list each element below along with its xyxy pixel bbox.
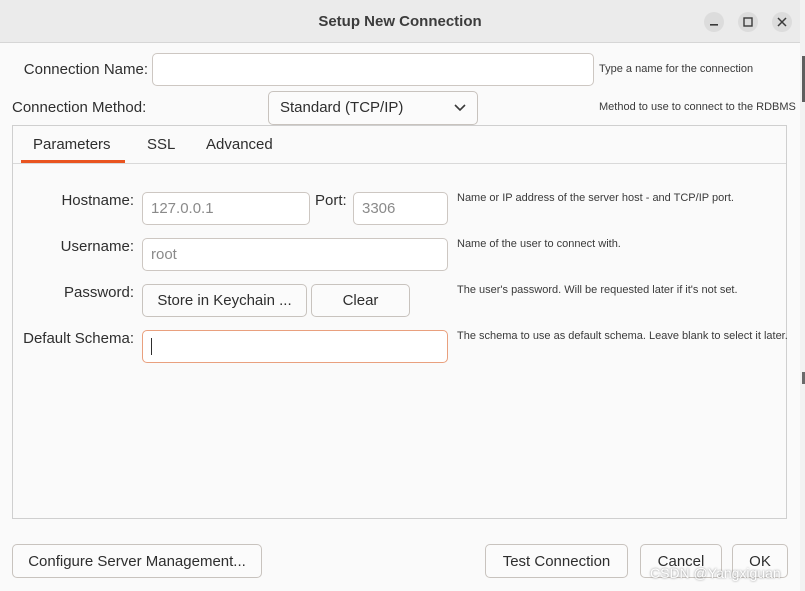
tab-parameters[interactable]: Parameters [33, 136, 111, 153]
username-label: Username: [60, 238, 134, 255]
connection-method-label: Connection Method: [12, 99, 147, 116]
port-label: Port: [315, 192, 347, 209]
connection-name-hint: Type a name for the connection [599, 63, 754, 75]
configure-server-management-button[interactable]: Configure Server Management... [12, 544, 262, 578]
close-icon [777, 17, 787, 27]
chevron-down-icon [454, 104, 466, 112]
active-tab-indicator [21, 160, 125, 163]
tab-advanced[interactable]: Advanced [206, 136, 273, 153]
username-hint: Name of the user to connect with. [457, 238, 621, 250]
port-input[interactable]: 3306 [353, 192, 448, 225]
tab-bar: Parameters SSL Advanced [13, 126, 786, 164]
default-schema-hint: The schema to use as default schema. Lea… [457, 330, 788, 342]
maximize-button[interactable] [738, 12, 758, 32]
minimize-icon [710, 24, 718, 26]
background-window-edge [800, 0, 805, 591]
default-schema-label: Default Schema: [23, 330, 134, 347]
hostname-input[interactable]: 127.0.0.1 [142, 192, 310, 225]
store-in-keychain-button[interactable]: Store in Keychain ... [142, 284, 307, 317]
password-label: Password: [63, 284, 134, 301]
setup-connection-dialog: Setup New Connection Connection Name: Ty… [0, 0, 800, 591]
test-connection-button[interactable]: Test Connection [485, 544, 628, 578]
password-hint: The user's password. Will be requested l… [457, 284, 738, 296]
text-caret [151, 338, 152, 355]
connection-name-input[interactable] [152, 53, 594, 86]
connection-name-label: Connection Name: [23, 61, 148, 78]
hostname-hint: Name or IP address of the server host - … [457, 192, 734, 204]
maximize-icon [743, 17, 753, 27]
connection-method-value: Standard (TCP/IP) [280, 99, 404, 116]
watermark: CSDN @Yangxiguan [650, 565, 781, 581]
hostname-label: Hostname: [61, 192, 134, 209]
default-schema-input[interactable] [142, 330, 448, 363]
connection-method-select[interactable]: Standard (TCP/IP) [268, 91, 478, 125]
minimize-button[interactable] [704, 12, 724, 32]
window-title: Setup New Connection [318, 13, 482, 30]
clear-password-button[interactable]: Clear [311, 284, 410, 317]
title-bar: Setup New Connection [0, 0, 800, 43]
tab-ssl[interactable]: SSL [147, 136, 175, 153]
close-button[interactable] [772, 12, 792, 32]
connection-method-hint: Method to use to connect to the RDBMS [599, 101, 796, 113]
parameters-panel: Parameters SSL Advanced [12, 125, 787, 519]
username-input[interactable]: root [142, 238, 448, 271]
